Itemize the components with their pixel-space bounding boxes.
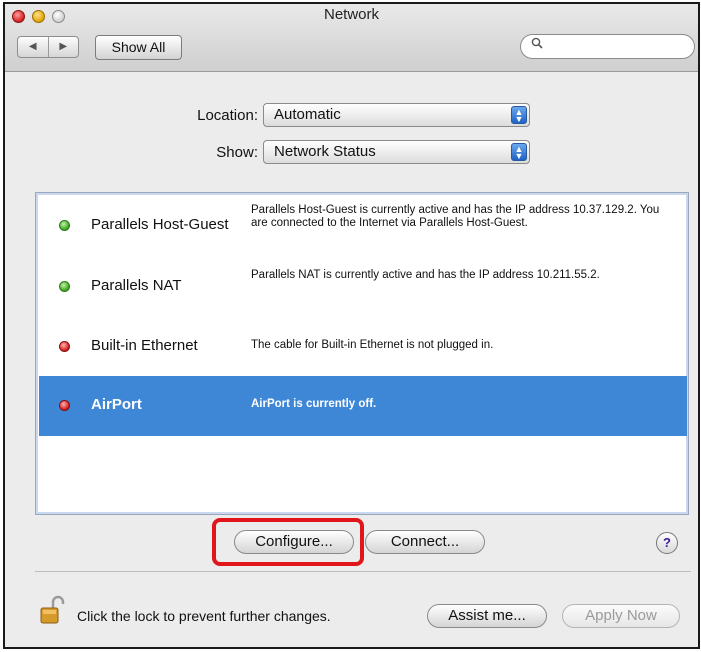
configure-button[interactable]: Configure...	[234, 530, 354, 554]
back-arrow-icon[interactable]: ◀	[18, 37, 49, 57]
list-item-parallels-host-guest[interactable]: Parallels Host-Guest Parallels Host-Gues…	[39, 196, 687, 256]
status-red-icon	[59, 400, 70, 411]
network-services-list[interactable]: Parallels Host-Guest Parallels Host-Gues…	[35, 192, 689, 515]
location-label: Location:	[197, 107, 258, 124]
show-selected-value: Network Status	[274, 143, 376, 160]
forward-arrow-icon[interactable]: ▶	[49, 37, 79, 57]
search-icon	[531, 37, 543, 52]
divider	[35, 571, 691, 572]
service-description: The cable for Built-in Ethernet is not p…	[251, 339, 494, 351]
search-field[interactable]	[520, 34, 695, 59]
show-popup[interactable]: Network Status ▲ ▼	[263, 140, 530, 164]
service-description: Parallels NAT is currently active and ha…	[251, 269, 600, 281]
apply-now-button[interactable]: Apply Now	[562, 604, 680, 628]
show-label: Show:	[216, 144, 258, 161]
list-item-built-in-ethernet[interactable]: Built-in Ethernet The cable for Built-in…	[39, 317, 687, 377]
title-bar: Network ◀ ▶ Show All	[5, 4, 698, 72]
list-item-airport[interactable]: AirPort AirPort is currently off.	[39, 376, 687, 436]
status-green-icon	[59, 281, 70, 292]
unlocked-padlock-icon[interactable]	[39, 595, 67, 625]
status-red-icon	[59, 341, 70, 352]
service-name: Built-in Ethernet	[91, 337, 198, 354]
service-name: Parallels NAT	[91, 277, 182, 294]
show-all-button[interactable]: Show All	[95, 35, 182, 60]
help-button[interactable]: ?	[656, 532, 678, 554]
window-title: Network	[323, 6, 379, 23]
service-name: Parallels Host-Guest	[91, 216, 229, 233]
back-forward-control: ◀ ▶	[17, 36, 79, 58]
location-selected-value: Automatic	[274, 106, 341, 123]
list-item-parallels-nat[interactable]: Parallels NAT Parallels NAT is currently…	[39, 257, 687, 317]
status-green-icon	[59, 220, 70, 231]
connect-button[interactable]: Connect...	[365, 530, 485, 554]
lock-hint-text: Click the lock to prevent further change…	[77, 608, 331, 624]
location-popup[interactable]: Automatic ▲ ▼	[263, 103, 530, 127]
service-description: Parallels Host-Guest is currently active…	[251, 204, 660, 229]
popup-arrows-icon: ▲ ▼	[511, 106, 527, 124]
network-preferences-window: Network ◀ ▶ Show All Location: Automatic…	[3, 2, 700, 649]
popup-arrows-icon: ▲ ▼	[511, 143, 527, 161]
service-name: AirPort	[91, 396, 142, 413]
assist-me-button[interactable]: Assist me...	[427, 604, 547, 628]
service-description: AirPort is currently off.	[251, 398, 377, 410]
